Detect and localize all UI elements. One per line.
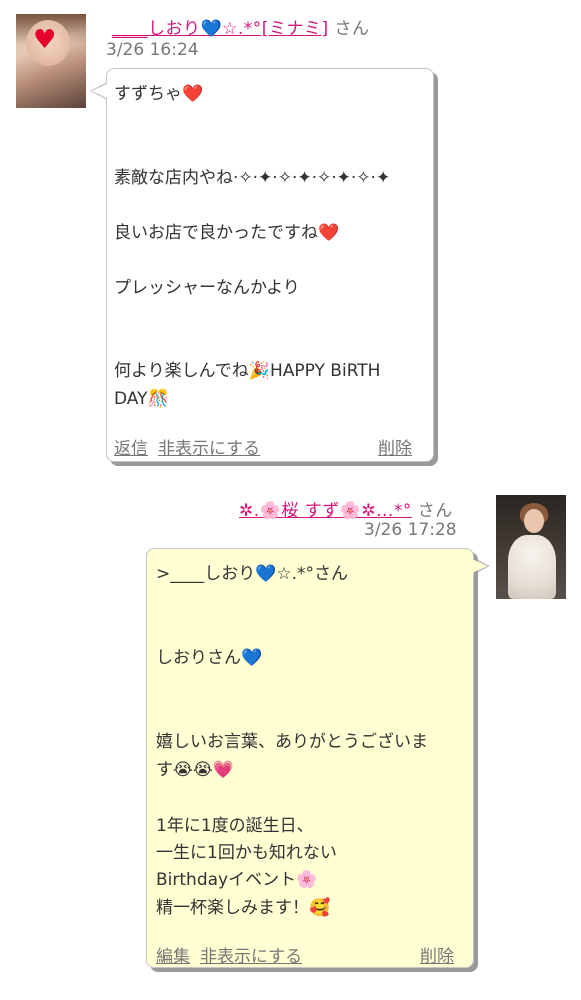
message-line: しおりさん💙 (156, 648, 263, 668)
bubble-tail-fill (472, 559, 487, 573)
heart-sticker-icon: ♥ (33, 25, 57, 55)
bubble-tail-fill (92, 84, 107, 98)
message-timestamp: 3/26 17:28 (364, 520, 457, 540)
message-line: 良いお店で良かったですね❤️ (114, 223, 340, 243)
message-line: DAY🎊 (114, 389, 169, 409)
avatar-dress (508, 535, 556, 599)
message-line: 1年に1度の誕生日、 (156, 816, 314, 836)
sender-name-link[interactable]: ____しおり💙☆.*°[ミナミ] (112, 19, 329, 39)
delete-link[interactable]: 削除 (420, 942, 454, 967)
edit-link[interactable]: 編集 (156, 942, 190, 967)
message-line: すずちゃ❤️ (114, 84, 204, 104)
sender-name-row: ✲.🌸桜 すず🌸✲...*° さん (239, 496, 453, 521)
hide-link[interactable]: 非表示にする (158, 434, 260, 459)
sender-avatar[interactable] (496, 495, 566, 599)
delete-link[interactable]: 削除 (378, 434, 412, 459)
message-line: Birthdayイベント🌸 (156, 870, 318, 890)
quote-line: >____しおり💙☆.*°さん (156, 564, 349, 584)
reply-link[interactable]: 返信 (114, 434, 148, 459)
hide-link[interactable]: 非表示にする (200, 942, 302, 967)
message-line: 一生に1回かも知れない (156, 843, 337, 863)
message-line: 嬉しいお言葉、ありがとうございま (156, 732, 428, 752)
message-line: プレッシャーなんかより (114, 278, 300, 298)
sender-avatar[interactable]: ♥ (16, 14, 86, 108)
sender-honorific: さん (417, 501, 453, 521)
message-line: 何より楽しんでね🎉HAPPY BiRTH (114, 361, 381, 381)
message-line: 素敵な店内やね·✧·✦·✧·✦·✧·✦·✧·✦ (114, 168, 391, 188)
sender-honorific: さん (334, 19, 370, 39)
sender-name-link[interactable]: ✲.🌸桜 すず🌸✲...*° (239, 501, 412, 521)
avatar-face (524, 509, 544, 533)
message-line: す😭😭💗 (156, 760, 234, 780)
sender-name-row: ____しおり💙☆.*°[ミナミ] さん (112, 14, 369, 39)
message-line: 精一杯楽しみます！🥰 (156, 898, 331, 918)
message-thread: ♥ ____しおり💙☆.*°[ミナミ] さん 3/26 16:24 すずちゃ❤️… (0, 0, 581, 1000)
message-timestamp: 3/26 16:24 (106, 40, 199, 60)
